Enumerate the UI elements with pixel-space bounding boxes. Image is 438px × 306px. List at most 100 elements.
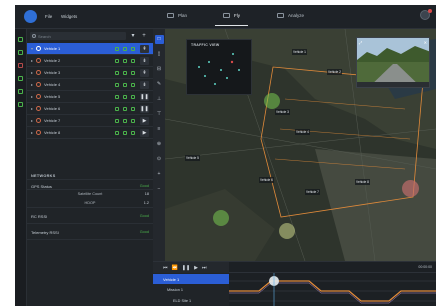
chevron-right-icon[interactable]: ▸: [31, 106, 33, 111]
analyze-icon: [277, 13, 284, 18]
traffic-view-dots: [198, 53, 240, 85]
map-vehicle-label[interactable]: Vehicle 1: [292, 49, 307, 55]
land-button[interactable]: ⇟: [140, 57, 149, 65]
map-vehicle-label[interactable]: Vehicle 6: [259, 177, 274, 183]
camera-feed[interactable]: ⤢ ✕: [356, 37, 430, 88]
rewind-icon[interactable]: ⏪: [172, 265, 178, 271]
skip-back-icon[interactable]: ⏮: [163, 265, 168, 271]
menu-file[interactable]: File: [45, 14, 52, 19]
zoom-out-icon[interactable]: −: [155, 185, 164, 194]
map-vehicle-label[interactable]: Vehicle 4: [295, 129, 310, 135]
geofence-red[interactable]: [402, 180, 419, 197]
gps-status-label: GPS Status: [31, 184, 52, 189]
layers-icon[interactable]: ≡: [155, 125, 164, 134]
filter-icon[interactable]: ▾: [129, 32, 137, 40]
chevron-right-icon[interactable]: ▸: [31, 130, 33, 135]
camera-close-icon[interactable]: ✕: [424, 40, 427, 45]
chevron-right-icon[interactable]: ▸: [31, 70, 33, 75]
draw-icon[interactable]: ✎: [155, 80, 164, 89]
vehicle-row[interactable]: ▸ Vehicle 4 ⇟: [27, 79, 153, 91]
geofence-yellow[interactable]: [279, 223, 295, 239]
search-icon: [32, 34, 36, 38]
center-icon[interactable]: ⊙: [155, 155, 164, 164]
plan-icon: [167, 13, 174, 18]
vehicle-label: Vehicle 6: [44, 106, 61, 111]
chevron-right-icon[interactable]: ▸: [31, 118, 33, 123]
vehicle-icon: [36, 118, 42, 123]
search-placeholder: Search: [38, 34, 51, 39]
timeline-item[interactable]: Vehicle 1: [153, 274, 229, 284]
app-logo[interactable]: [24, 10, 37, 23]
chevron-down-icon[interactable]: ▾: [31, 46, 33, 51]
vehicle-icon: [36, 94, 42, 99]
chevron-right-icon[interactable]: ▸: [31, 94, 33, 99]
tab-fly[interactable]: Fly: [215, 13, 248, 26]
timeline-item[interactable]: Mission 1: [153, 285, 229, 295]
timeline-item[interactable]: ELD Site 1: [153, 296, 229, 306]
play-button[interactable]: ▶: [140, 117, 149, 125]
ruler-icon[interactable]: ⊟: [155, 65, 164, 74]
chevron-right-icon[interactable]: ▸: [31, 82, 33, 87]
camera-image: [357, 38, 429, 87]
vehicle-label: Vehicle 8: [44, 130, 61, 135]
map-view[interactable]: TRAFFIC VIEW ⤢ ✕ Vehicle 1 Vehicle 2 Veh…: [165, 29, 436, 261]
vehicle-row[interactable]: ▸ Vehicle 7 ▶: [27, 115, 153, 127]
select-tool-icon[interactable]: □: [154, 35, 164, 44]
camera-expand-icon[interactable]: ⤢: [359, 40, 362, 45]
map-vehicle-label[interactable]: Vehicle 8: [355, 179, 370, 185]
mission-timeline: ⏮ ⏪ ❚❚ ▶ ⏭ Vehicle 1 Mission 1 ELD Site …: [153, 261, 436, 306]
play-icon[interactable]: ▶: [194, 265, 198, 271]
map-vehicle-label[interactable]: Vehicle 7: [305, 189, 320, 195]
vehicle-row[interactable]: ▸ Vehicle 6 ❚❚: [27, 103, 153, 115]
map-vehicle-label[interactable]: Vehicle 5: [185, 155, 200, 161]
pause-icon[interactable]: ❚❚: [182, 265, 190, 271]
search-input[interactable]: Search: [30, 32, 126, 40]
vehicle-sidebar: Search ▾ + ▾ Vehicle 1 ⇞ ▸ Vehicle 2 ⇟ ▸: [27, 29, 153, 306]
tab-analyze[interactable]: Analyze: [277, 13, 304, 18]
timeline-item-label: Vehicle 1: [163, 277, 180, 282]
vehicle-row[interactable]: ▸ Vehicle 8 ▶: [27, 127, 153, 139]
rail-network-icon[interactable]: [18, 89, 23, 94]
delete-icon[interactable]: ▯: [155, 50, 164, 59]
takeoff-button[interactable]: ⇞: [140, 69, 149, 77]
map-vehicle-label[interactable]: Vehicle 3: [275, 109, 290, 115]
vehicle-icon: [36, 58, 42, 63]
map-vehicle-label[interactable]: Vehicle 2: [327, 69, 342, 75]
skip-forward-icon[interactable]: ⏭: [202, 265, 207, 271]
timeline-header: 00:00:00: [229, 262, 436, 273]
rail-layers-icon[interactable]: [18, 50, 23, 55]
geofence-green[interactable]: [213, 210, 229, 226]
vehicle-icon: [36, 106, 42, 111]
hdop-value: 1.2: [143, 201, 149, 205]
vehicle-list: ▾ Vehicle 1 ⇞ ▸ Vehicle 2 ⇟ ▸ Vehicle 3 …: [27, 43, 153, 139]
vehicle-icon: [36, 46, 42, 51]
timeline-item-label: Mission 1: [167, 288, 184, 292]
add-vehicle-button[interactable]: +: [140, 32, 148, 40]
timeline-track[interactable]: 00:00:00: [229, 262, 436, 306]
pin-icon[interactable]: ⊥: [155, 95, 164, 104]
play-button[interactable]: ▶: [140, 129, 149, 137]
menu-widgets[interactable]: Widgets: [61, 14, 77, 19]
zoom-in-icon[interactable]: +: [155, 170, 164, 179]
rail-tasks-icon[interactable]: [18, 76, 23, 81]
takeoff-button[interactable]: ⇞: [140, 45, 149, 53]
timeline-zoom[interactable]: 00:00:00: [418, 265, 432, 269]
pause-button[interactable]: ❚❚: [140, 105, 149, 113]
vehicle-row[interactable]: ▸ Vehicle 3 ⇞: [27, 67, 153, 79]
chevron-right-icon[interactable]: ▸: [31, 58, 33, 63]
land-button[interactable]: ⇟: [140, 81, 149, 89]
rail-alert-icon[interactable]: [18, 63, 23, 68]
vehicle-row[interactable]: ▸ Vehicle 2 ⇟: [27, 55, 153, 67]
tab-plan[interactable]: Plan: [167, 13, 187, 18]
vehicle-row[interactable]: ▸ Vehicle 5 ❚❚: [27, 91, 153, 103]
hdop-row: HDOP 1.2: [27, 199, 153, 208]
crosshair-icon[interactable]: ⊕: [155, 140, 164, 149]
measure-icon[interactable]: ⊤: [155, 110, 164, 119]
traffic-view-panel[interactable]: TRAFFIC VIEW: [186, 39, 252, 95]
pause-button[interactable]: ❚❚: [140, 93, 149, 101]
vehicle-row[interactable]: ▾ Vehicle 1 ⇞: [27, 43, 153, 55]
vehicle-icon: [36, 130, 42, 135]
geofence-green[interactable]: [264, 93, 280, 109]
rail-vehicles-icon[interactable]: [18, 37, 23, 42]
rail-settings-icon[interactable]: [18, 102, 23, 107]
